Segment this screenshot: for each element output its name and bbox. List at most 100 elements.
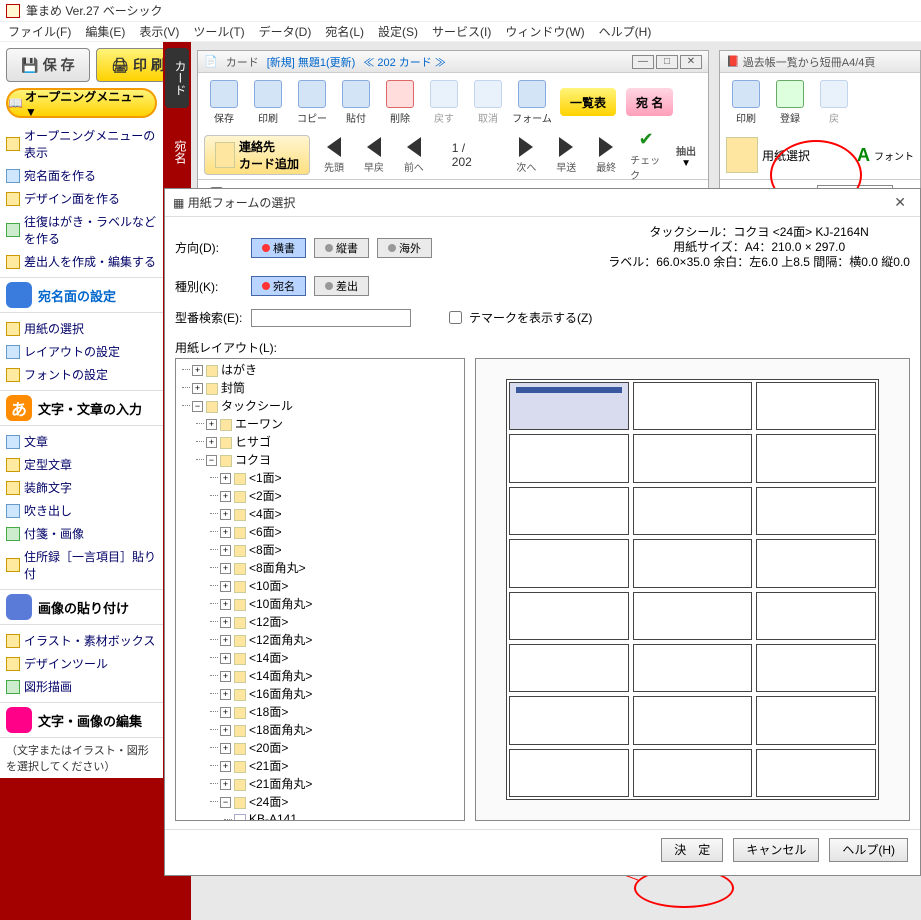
section-text-input[interactable]: あ 文字・文章の入力 <box>0 390 163 426</box>
menu-window[interactable]: ウィンドウ(W) <box>505 23 584 40</box>
label-cell[interactable] <box>633 382 753 430</box>
paper-select-button[interactable]: 用紙選択 <box>762 147 810 164</box>
link-reply-postcard[interactable]: 往復はがき・ラベルなどを作る <box>2 210 161 250</box>
tb-addr-pill[interactable]: 宛 名 <box>626 88 673 116</box>
nav-extract[interactable]: 抽出▼ <box>670 141 702 169</box>
label-cell[interactable] <box>633 487 753 535</box>
tb-save[interactable]: 保存 <box>204 80 244 125</box>
menu-settings[interactable]: 設定(S) <box>378 23 418 40</box>
dir-vertical-button[interactable]: 縦書 <box>314 238 369 258</box>
menu-addr[interactable]: 宛名(L) <box>325 23 364 40</box>
opening-menu-button[interactable]: 📖 オープニングメニュー ▼ <box>6 88 157 118</box>
menu-file[interactable]: ファイル(F) <box>8 23 71 40</box>
font-icon[interactable]: A <box>857 145 870 166</box>
menu-view[interactable]: 表示(V) <box>139 23 179 40</box>
tree-item[interactable]: +<16面角丸> <box>220 686 312 703</box>
link-memo[interactable]: 付箋・画像 <box>2 522 161 545</box>
cancel-button[interactable]: キャンセル <box>733 838 819 862</box>
dir-overseas-button[interactable]: 海外 <box>377 238 432 258</box>
tree-item[interactable]: +<6面> <box>220 524 282 541</box>
tree-item[interactable]: +<10面角丸> <box>220 596 312 613</box>
tree-item[interactable]: +<10面> <box>220 578 288 595</box>
label-cell[interactable] <box>509 382 629 430</box>
nav-last[interactable]: 最終 <box>590 137 622 174</box>
tab-card[interactable]: カード <box>165 48 189 108</box>
label-cell[interactable] <box>509 749 629 797</box>
label-cell[interactable] <box>756 592 876 640</box>
nav-ff[interactable]: 早送 <box>550 137 582 174</box>
link-layout-settings[interactable]: レイアウトの設定 <box>2 340 161 363</box>
tree-item[interactable]: +<20面> <box>220 740 288 757</box>
tb-print[interactable]: 印刷 <box>248 80 288 125</box>
link-sender[interactable]: 差出人を作成・編集する <box>2 250 161 273</box>
link-design-face[interactable]: デザイン面を作る <box>2 187 161 210</box>
tree-item[interactable]: +<4面> <box>220 506 282 523</box>
label-cell[interactable] <box>756 382 876 430</box>
tree-item[interactable]: +<21面角丸> <box>220 776 312 793</box>
nav-prev[interactable]: 前へ <box>398 137 430 174</box>
save-button[interactable]: 💾 保 存 <box>6 48 90 82</box>
link-paper-select[interactable]: 用紙の選択 <box>2 317 161 340</box>
ok-button[interactable]: 決 定 <box>661 838 723 862</box>
nav-rew[interactable]: 早戻 <box>358 137 390 174</box>
link-decor-text[interactable]: 装飾文字 <box>2 476 161 499</box>
menu-help[interactable]: ヘルプ(H) <box>599 23 652 40</box>
tree-aone[interactable]: +エーワン <box>206 416 283 433</box>
tmark-checkbox[interactable] <box>449 311 462 324</box>
label-cell[interactable] <box>756 539 876 587</box>
label-cell[interactable] <box>633 434 753 482</box>
tree-item[interactable]: +<14面> <box>220 650 288 667</box>
link-address-paste[interactable]: 住所録［一言項目］貼り付 <box>2 545 161 585</box>
add-contact-button[interactable]: 連絡先 カード追加 <box>204 135 310 175</box>
menu-data[interactable]: データ(D) <box>259 23 312 40</box>
label-cell[interactable] <box>633 592 753 640</box>
menu-edit[interactable]: 編集(E) <box>85 23 125 40</box>
tree-envelope[interactable]: +封筒 <box>192 380 245 397</box>
type-sender-button[interactable]: 差出 <box>314 276 369 296</box>
menu-service[interactable]: サービス(I) <box>432 23 491 40</box>
tree-item[interactable]: +<18面> <box>220 704 288 721</box>
label-cell[interactable] <box>756 434 876 482</box>
rp-register[interactable]: 登録 <box>770 80 810 125</box>
tree-item[interactable]: +<21面> <box>220 758 288 775</box>
tree-item[interactable]: +<8面角丸> <box>220 560 306 577</box>
link-template-text[interactable]: 定型文章 <box>2 453 161 476</box>
label-cell[interactable] <box>756 644 876 692</box>
tree-hisago[interactable]: +ヒサゴ <box>206 434 271 451</box>
section-edit[interactable]: 文字・画像の編集 <box>0 702 163 738</box>
tb-undo[interactable]: 戻す <box>424 80 464 125</box>
tree-hagaki[interactable]: +はがき <box>192 362 257 379</box>
max-button[interactable]: □ <box>656 55 678 69</box>
tree-item[interactable]: +<1面> <box>220 470 282 487</box>
link-font-settings[interactable]: フォントの設定 <box>2 363 161 386</box>
label-cell[interactable] <box>633 644 753 692</box>
tb-redo[interactable]: 取消 <box>468 80 508 125</box>
dialog-close-button[interactable]: ✕ <box>888 194 912 211</box>
nav-next[interactable]: 次へ <box>510 137 542 174</box>
label-cell[interactable] <box>756 696 876 744</box>
nav-first[interactable]: 先頭 <box>318 137 350 174</box>
tree-item[interactable]: +<18面角丸> <box>220 722 312 739</box>
tree-item[interactable]: +<12面> <box>220 614 288 631</box>
rp-print[interactable]: 印刷 <box>726 80 766 125</box>
label-cell[interactable] <box>756 749 876 797</box>
label-cell[interactable] <box>756 487 876 535</box>
label-cell[interactable] <box>633 749 753 797</box>
link-text[interactable]: 文章 <box>2 430 161 453</box>
label-cell[interactable] <box>509 539 629 587</box>
tab-addr[interactable]: 宛名 <box>165 128 189 176</box>
link-draw[interactable]: 図形描画 <box>2 675 161 698</box>
close-button[interactable]: ✕ <box>680 55 702 69</box>
tree-leaf[interactable]: KB-A141 <box>234 811 297 821</box>
label-cell[interactable] <box>509 644 629 692</box>
tb-list-pill[interactable]: 一覧表 <box>560 88 616 116</box>
label-cell[interactable] <box>633 539 753 587</box>
tree-item[interactable]: +<2面> <box>220 488 282 505</box>
tree-item[interactable]: +<12面角丸> <box>220 632 312 649</box>
tree-kokuyo[interactable]: −コクヨ <box>206 452 271 469</box>
tree-item[interactable]: −<24面> <box>220 794 288 811</box>
tree-item[interactable]: +<14面角丸> <box>220 668 312 685</box>
section-image-paste[interactable]: 画像の貼り付け <box>0 589 163 625</box>
paper-tree[interactable]: +はがき +封筒 −タックシール +エーワン +ヒサゴ −コクヨ +<1面>+<… <box>175 358 465 821</box>
model-search-input[interactable] <box>251 309 411 327</box>
